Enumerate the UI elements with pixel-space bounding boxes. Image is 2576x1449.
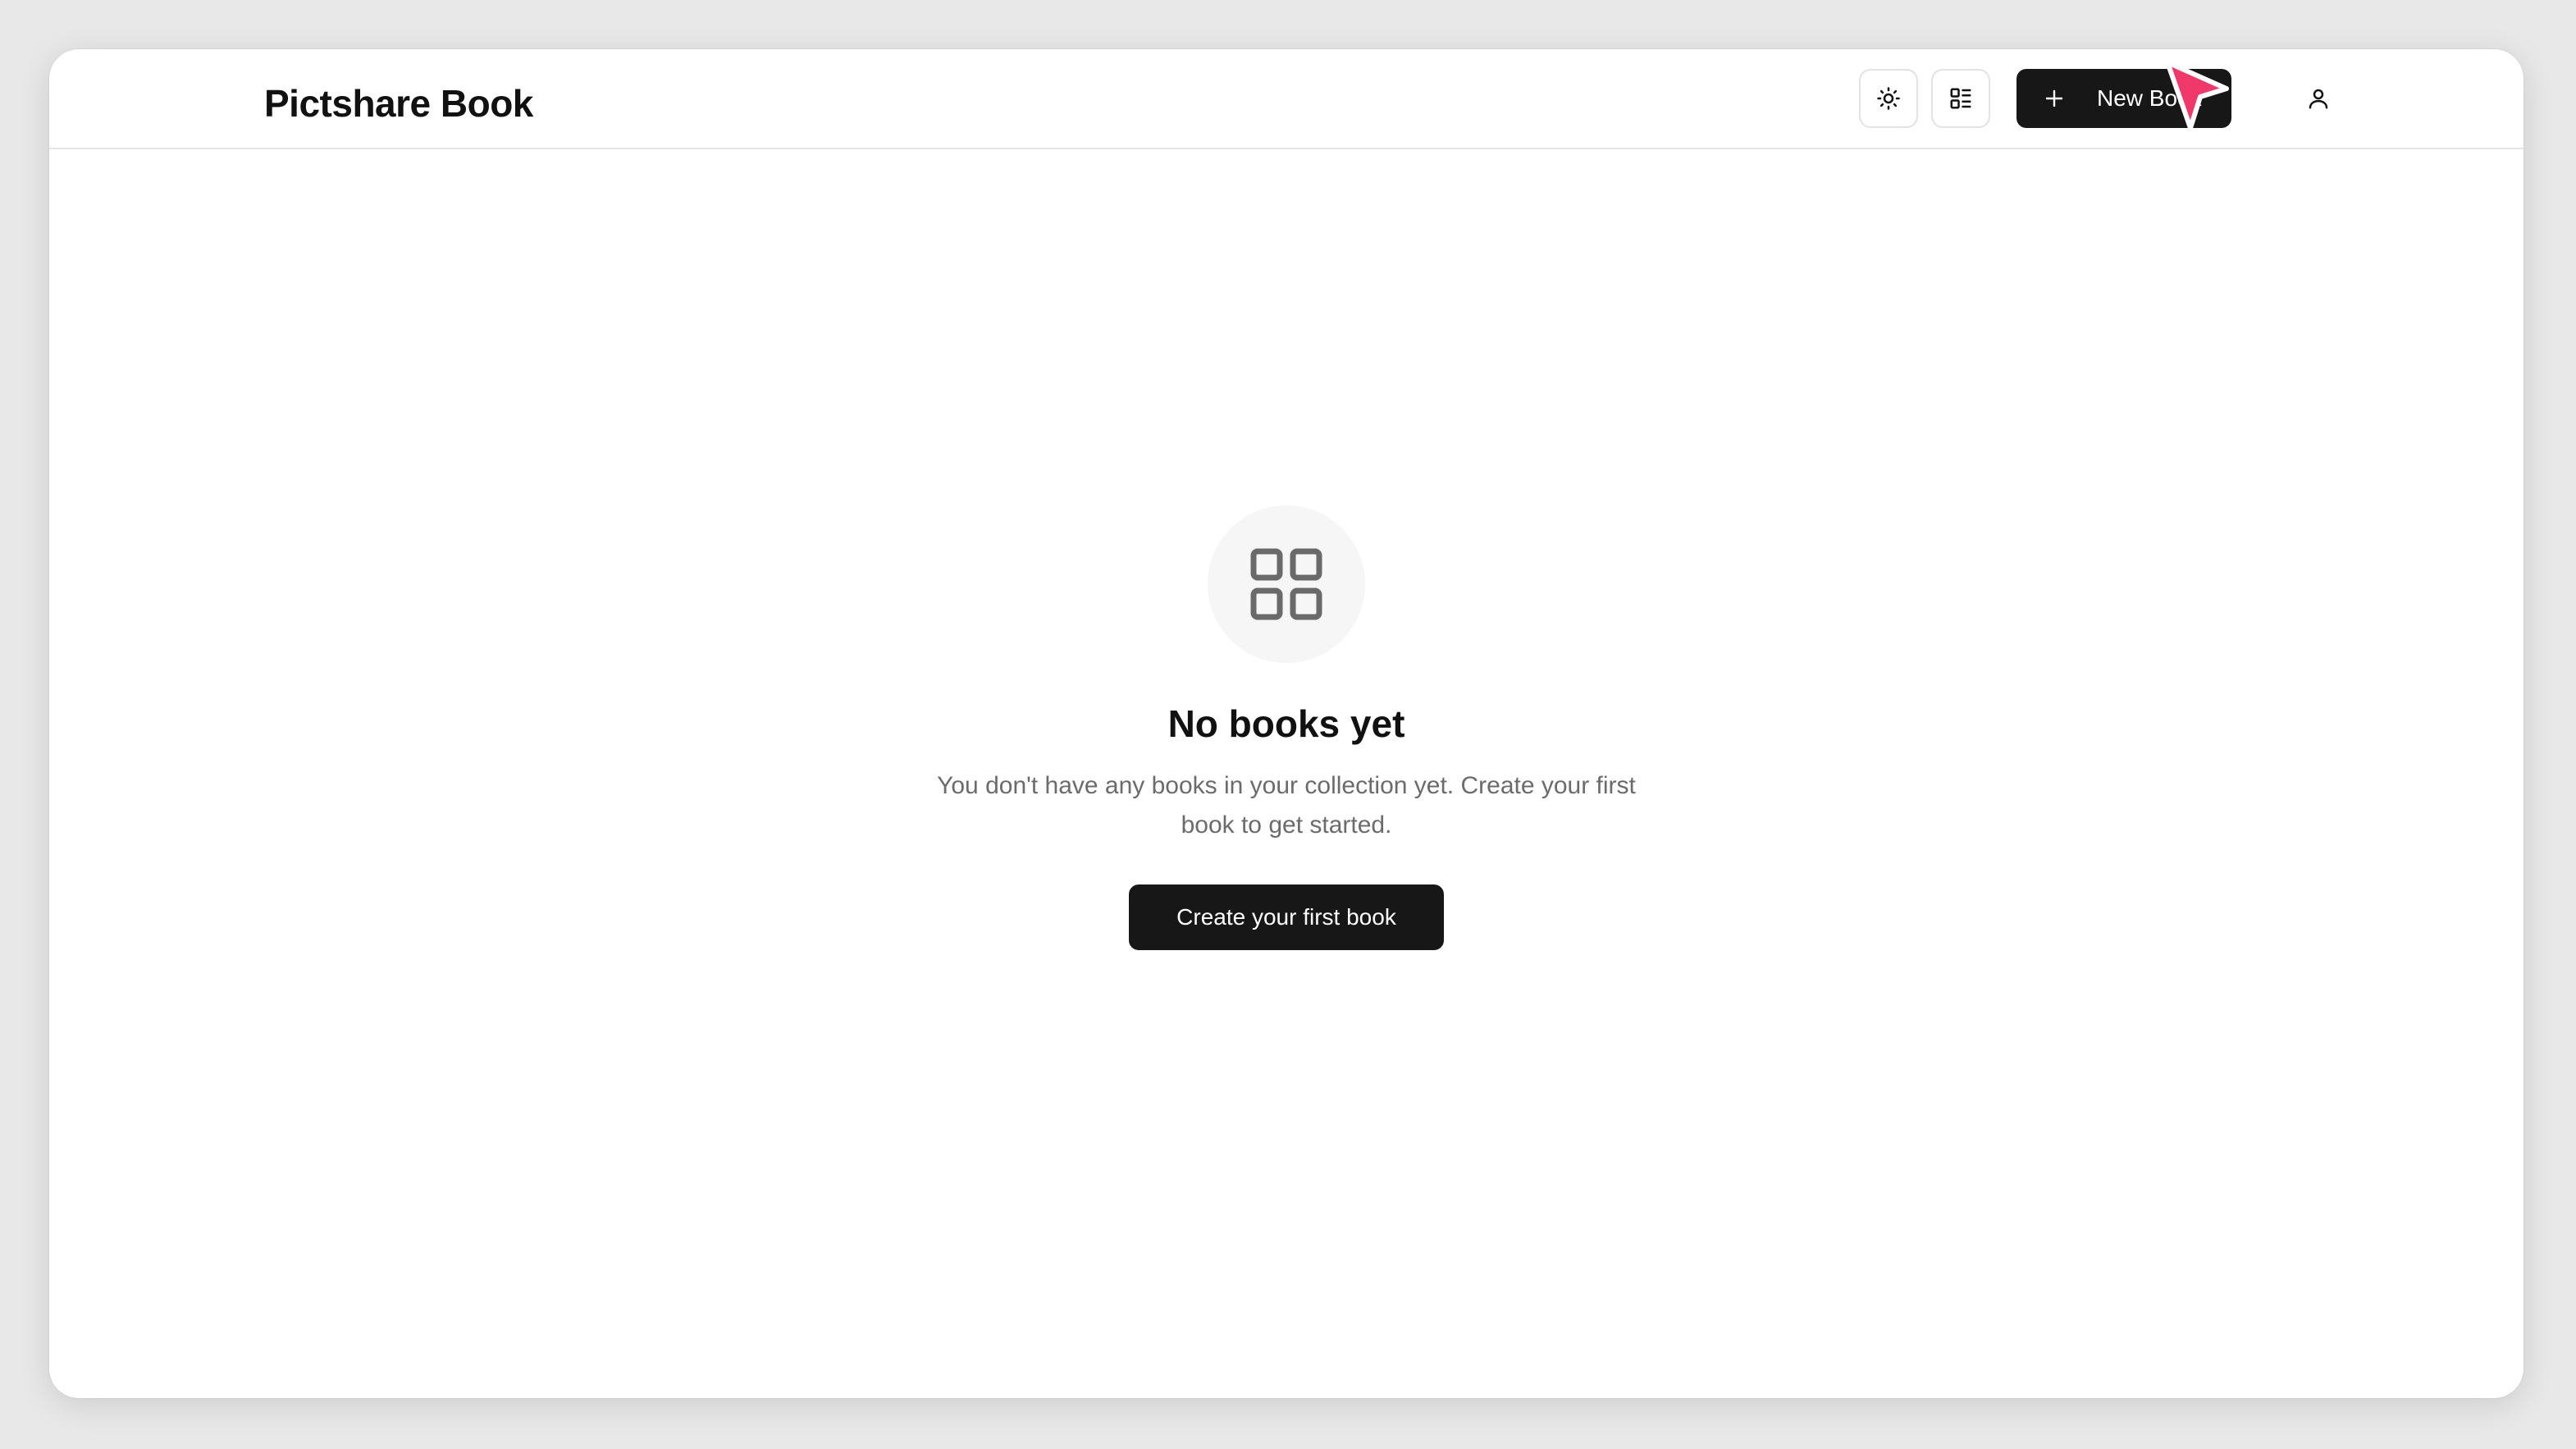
- grid-icon: [1249, 546, 1324, 622]
- list-layout-icon: [1948, 86, 1973, 111]
- theme-toggle-button[interactable]: [1859, 69, 1918, 128]
- create-first-book-button[interactable]: Create your first book: [1129, 884, 1444, 950]
- app-window: Pictshare Book New Book No books yet You…: [49, 49, 2523, 1398]
- new-book-label: New Book: [2097, 85, 2202, 111]
- empty-state-title: No books yet: [1167, 702, 1405, 745]
- top-header: Pictshare Book New Book: [49, 49, 2523, 149]
- new-book-button[interactable]: New Book: [2016, 69, 2231, 128]
- layout-toggle-button[interactable]: [1931, 69, 1990, 128]
- user-menu-button[interactable]: [2299, 79, 2338, 118]
- plus-icon: [2044, 89, 2064, 108]
- sun-icon: [1876, 86, 1901, 111]
- empty-state-description: You don't have any books in your collect…: [937, 772, 1636, 839]
- app-title: Pictshare Book: [264, 82, 533, 125]
- empty-state-icon-circle: [1208, 505, 1365, 663]
- user-icon: [2306, 86, 2331, 111]
